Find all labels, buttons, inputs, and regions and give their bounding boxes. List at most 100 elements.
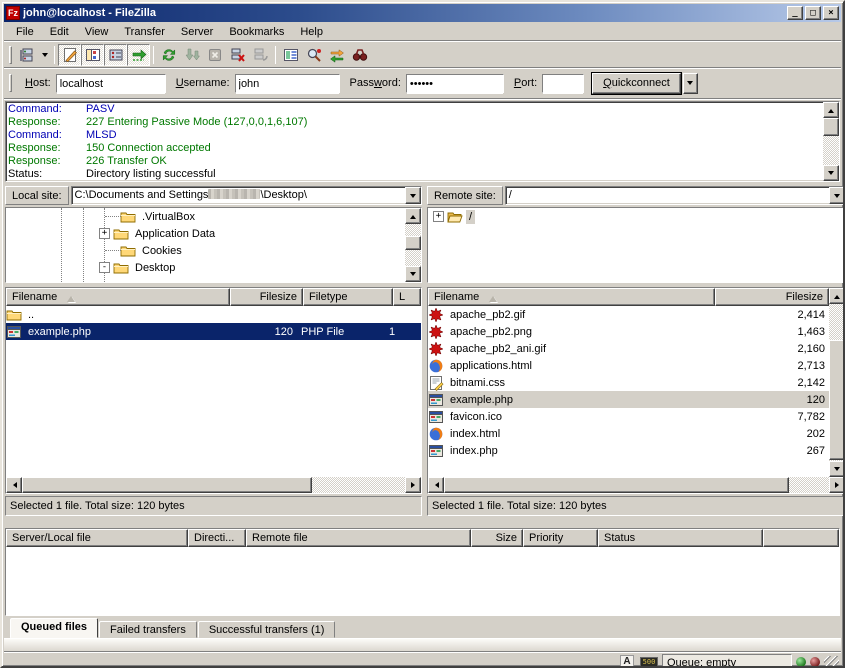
synchronized-browsing-button[interactable]	[325, 44, 348, 66]
file-row[interactable]: apache_pb2.gif2,414	[428, 306, 829, 323]
collapse-icon[interactable]: -	[99, 262, 110, 273]
scroll-track[interactable]	[312, 477, 405, 493]
scroll-up-button[interactable]	[823, 102, 839, 118]
column-header-server-local-file[interactable]: Server/Local file	[6, 529, 188, 547]
port-input[interactable]	[543, 75, 583, 94]
minimize-button[interactable]: _	[787, 6, 803, 20]
scroll-down-button[interactable]	[823, 165, 839, 181]
toggle-directory-tree-button[interactable]	[81, 44, 104, 66]
scroll-up-button[interactable]	[405, 208, 421, 224]
column-header-filename[interactable]: Filename	[6, 288, 230, 306]
title-bar[interactable]: Fz john@localhost - FileZilla _ □ ×	[4, 4, 841, 22]
scroll-thumb[interactable]	[829, 340, 845, 460]
menu-help[interactable]: Help	[292, 24, 331, 40]
remote-vertical-scrollbar[interactable]	[829, 288, 845, 477]
menu-edit[interactable]: Edit	[42, 24, 77, 40]
tab-successful-transfers[interactable]: Successful transfers (1)	[198, 621, 336, 638]
reconnect-button[interactable]	[249, 44, 272, 66]
tree-item-cookies[interactable]: Cookies	[6, 242, 405, 259]
filter-button[interactable]	[279, 44, 302, 66]
remote-site-combo[interactable]: /	[505, 186, 845, 205]
scroll-left-button[interactable]	[428, 477, 444, 493]
column-header-size[interactable]: Size	[471, 529, 523, 547]
file-row[interactable]: index.php267	[428, 442, 829, 459]
resize-grip[interactable]	[824, 656, 839, 668]
toggle-message-log-button[interactable]	[58, 44, 81, 66]
column-header-priority[interactable]: Priority	[523, 529, 598, 547]
file-row-parent-dir[interactable]: ..	[6, 306, 421, 323]
column-header-status[interactable]: Status	[598, 529, 763, 547]
scroll-track[interactable]	[405, 224, 421, 266]
maximize-button[interactable]: □	[805, 6, 821, 20]
menu-view[interactable]: View	[77, 24, 117, 40]
scroll-down-button[interactable]	[829, 461, 845, 477]
process-queue-button[interactable]	[180, 44, 203, 66]
refresh-button[interactable]	[157, 44, 180, 66]
column-header-filename[interactable]: Filename	[428, 288, 715, 306]
find-files-button[interactable]	[348, 44, 371, 66]
toggle-processing-button[interactable]	[127, 44, 150, 66]
scroll-right-button[interactable]	[405, 477, 421, 493]
file-row[interactable]: applications.html2,713	[428, 357, 829, 374]
scroll-down-button[interactable]	[405, 266, 421, 282]
column-header-remote-file[interactable]: Remote file	[246, 529, 471, 547]
tab-failed-transfers[interactable]: Failed transfers	[99, 621, 197, 638]
close-button[interactable]: ×	[823, 6, 839, 20]
local-site-dropdown-button[interactable]	[405, 187, 421, 204]
file-row[interactable]: favicon.ico7,782	[428, 408, 829, 425]
file-row[interactable]: bitnami.css2,142	[428, 374, 829, 391]
tree-item-root[interactable]: + /	[428, 208, 845, 225]
directory-comparison-button[interactable]	[302, 44, 325, 66]
scroll-track[interactable]	[789, 477, 829, 493]
data-type-indicator[interactable]: A	[618, 655, 636, 668]
quickconnect-grip[interactable]	[9, 74, 12, 92]
menu-file[interactable]: File	[8, 24, 42, 40]
tree-item-virtualbox[interactable]: .VirtualBox	[6, 208, 405, 225]
expand-icon[interactable]: +	[99, 228, 110, 239]
menu-bookmarks[interactable]: Bookmarks	[221, 24, 292, 40]
scroll-thumb[interactable]	[444, 477, 789, 493]
scroll-right-button[interactable]	[829, 477, 845, 493]
tree-item-application-data[interactable]: + Application Data	[6, 225, 405, 242]
file-row[interactable]: apache_pb2.png1,463	[428, 323, 829, 340]
password-input[interactable]	[407, 75, 503, 94]
app-icon[interactable]: Fz	[6, 6, 20, 20]
column-header-filetype[interactable]: Filetype	[303, 288, 393, 306]
file-row[interactable]: apache_pb2_ani.gif2,160	[428, 340, 829, 357]
host-input[interactable]	[57, 75, 165, 94]
scroll-track[interactable]	[829, 304, 845, 461]
site-manager-dropdown-button[interactable]	[38, 44, 51, 66]
scroll-thumb[interactable]	[22, 477, 312, 493]
menu-transfer[interactable]: Transfer	[116, 24, 173, 40]
expand-icon[interactable]: +	[433, 211, 444, 222]
toolbar-grip[interactable]	[9, 46, 12, 64]
scroll-thumb[interactable]	[405, 236, 421, 250]
file-row-example-php[interactable]: example.php120	[428, 391, 829, 408]
column-header-filesize[interactable]: Filesize	[715, 288, 829, 306]
scroll-thumb[interactable]	[823, 118, 839, 136]
site-manager-button[interactable]	[15, 44, 38, 66]
quickconnect-button[interactable]: Quickconnect	[592, 73, 681, 94]
speed-limit-indicator[interactable]: 500	[640, 655, 658, 668]
column-header-filesize[interactable]: Filesize	[230, 288, 303, 306]
file-row-example-php[interactable]: example.php 120 PHP File 1	[6, 323, 421, 340]
local-tree-scrollbar[interactable]	[405, 208, 421, 282]
log-scrollbar[interactable]	[823, 102, 839, 181]
scroll-left-button[interactable]	[6, 477, 22, 493]
tab-queued-files[interactable]: Queued files	[10, 618, 98, 638]
scroll-up-button[interactable]	[829, 288, 845, 304]
local-site-combo[interactable]: C:\Documents and Settings\Desktop\	[71, 186, 422, 205]
disconnect-button[interactable]	[226, 44, 249, 66]
column-header-last-modified[interactable]: L	[393, 288, 421, 306]
remote-horizontal-scrollbar[interactable]	[428, 477, 845, 493]
quickconnect-dropdown-button[interactable]	[683, 73, 698, 94]
menu-server[interactable]: Server	[173, 24, 221, 40]
scroll-track[interactable]	[823, 136, 839, 165]
toggle-transfer-queue-button[interactable]	[104, 44, 127, 66]
cancel-operation-button[interactable]	[203, 44, 226, 66]
column-header-direction[interactable]: Directi...	[188, 529, 246, 547]
local-horizontal-scrollbar[interactable]	[6, 477, 421, 493]
file-row[interactable]: index.html202	[428, 425, 829, 442]
username-input[interactable]	[236, 75, 339, 94]
tree-item-desktop[interactable]: - Desktop	[6, 259, 405, 276]
